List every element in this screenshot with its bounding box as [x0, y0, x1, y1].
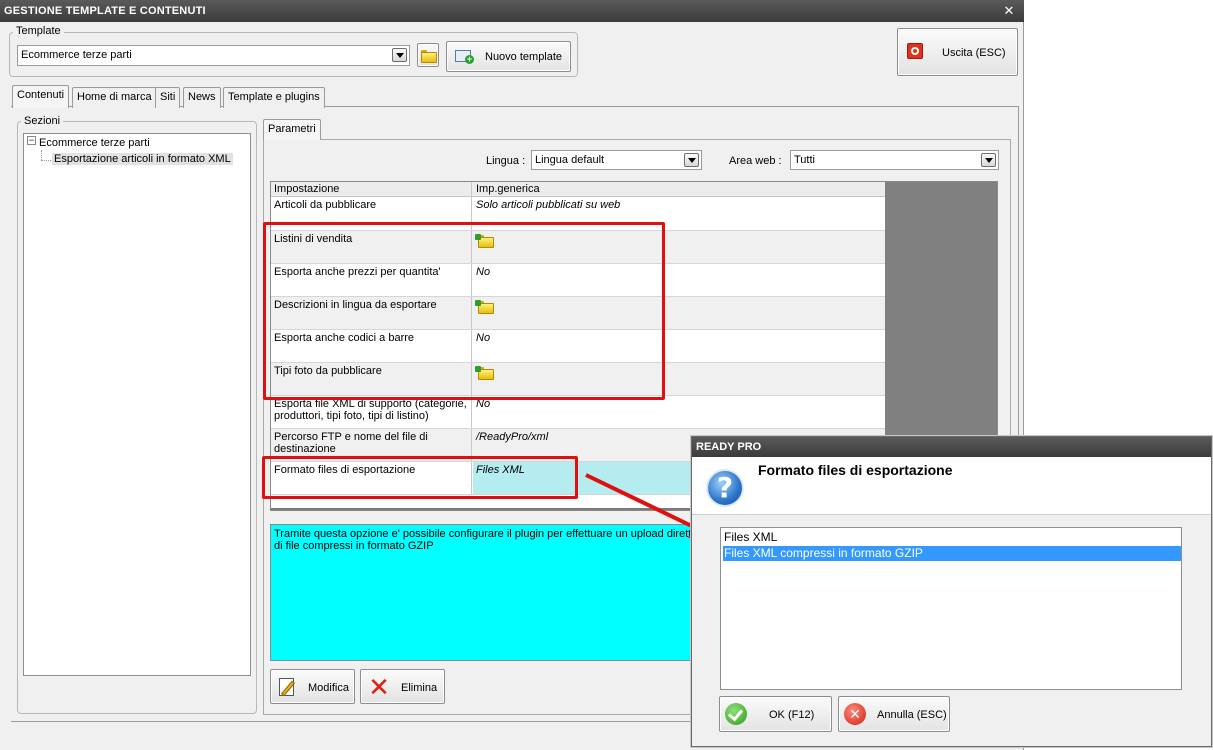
tab-siti[interactable]: Siti — [155, 87, 181, 108]
row-setting: Esporta file XML di supporto (categorie,… — [271, 396, 472, 428]
tab-parametri[interactable]: Parametri — [263, 119, 321, 140]
header-value: Imp.generica — [476, 183, 540, 195]
params-frame-top — [263, 139, 1011, 140]
check-icon — [725, 703, 747, 725]
tab-home-di-marca[interactable]: Home di marca — [72, 87, 157, 108]
tree-item-export-xml[interactable]: Esportazione articoli in formato XML — [52, 153, 233, 165]
sections-tree[interactable]: − Ecommerce terze parti Esportazione art… — [23, 133, 251, 676]
dialog-heading: Formato files di esportazione — [758, 462, 953, 478]
header-setting: Impostazione — [271, 182, 472, 196]
language-select[interactable]: Lingua default — [531, 150, 702, 170]
tab-news[interactable]: News — [183, 87, 221, 108]
folder-icon — [421, 50, 437, 63]
cancel-button[interactable]: ✕ Annulla (ESC) — [838, 696, 950, 732]
option-files-xml-gzip[interactable]: Files XML compressi in formato GZIP — [723, 546, 1181, 561]
delete-button[interactable]: ✕ Elimina — [360, 669, 445, 704]
delete-label: Elimina — [401, 682, 438, 694]
chevron-down-icon[interactable] — [684, 153, 699, 167]
exit-button[interactable]: Uscita (ESC) — [897, 28, 1018, 76]
language-value: Lingua default — [535, 154, 605, 166]
area-web-label: Area web : — [729, 155, 782, 167]
new-template-label: Nuovo template — [485, 51, 563, 63]
sections-legend: Sezioni — [21, 115, 64, 127]
new-template-icon: + — [455, 50, 474, 64]
power-icon — [907, 43, 923, 59]
dialog-title: READY PRO — [692, 437, 1211, 457]
modify-label: Modifica — [308, 682, 349, 694]
new-template-button[interactable]: + Nuovo template — [446, 41, 571, 72]
modify-button[interactable]: Modifica — [270, 669, 355, 704]
format-options-list[interactable]: Files XML Files XML compressi in formato… — [720, 527, 1182, 690]
tree-connector — [41, 160, 51, 161]
area-web-value: Tutti — [794, 154, 815, 166]
grid-header: Impostazione Imp.generica — [271, 182, 885, 197]
template-select-value: Ecommerce terze parti — [21, 49, 132, 61]
window-title: GESTIONE TEMPLATE E CONTENUTI — [0, 0, 1024, 22]
tab-template-e-plugins[interactable]: Template e plugins — [223, 87, 325, 108]
delete-x-icon: ✕ — [368, 672, 390, 702]
ok-label: OK (F12) — [769, 709, 815, 721]
area-web-select[interactable]: Tutti — [790, 150, 999, 170]
ok-button[interactable]: OK (F12) — [719, 696, 832, 732]
cancel-label: Annulla (ESC) — [877, 709, 947, 721]
edit-icon — [278, 676, 298, 698]
question-icon: ? — [706, 469, 744, 507]
tree-expander-icon[interactable]: − — [27, 136, 36, 145]
chevron-down-icon[interactable] — [981, 153, 996, 167]
window-close-icon[interactable]: ✕ — [1001, 3, 1017, 19]
annotation-rectangle — [262, 456, 578, 499]
grid-row[interactable]: Esporta file XML di supporto (categorie,… — [271, 396, 885, 429]
template-select[interactable]: Ecommerce terze parti — [17, 45, 410, 66]
option-files-xml[interactable]: Files XML — [723, 530, 1181, 545]
chevron-down-icon[interactable] — [392, 48, 407, 62]
language-label: Lingua : — [486, 155, 526, 167]
tree-item-ecommerce[interactable]: Ecommerce terze parti — [39, 137, 150, 149]
row-value[interactable]: No — [473, 396, 885, 428]
tree-connector — [41, 150, 42, 160]
open-folder-button[interactable] — [417, 43, 439, 67]
exit-label: Uscita (ESC) — [942, 47, 1006, 59]
tab-contenuti[interactable]: Contenuti — [12, 85, 70, 108]
annotation-rectangle — [263, 222, 665, 400]
format-dialog: READY PRO ? Formato files di esportazion… — [691, 436, 1212, 747]
cancel-icon: ✕ — [844, 703, 866, 725]
template-group-legend: Template — [13, 25, 64, 37]
